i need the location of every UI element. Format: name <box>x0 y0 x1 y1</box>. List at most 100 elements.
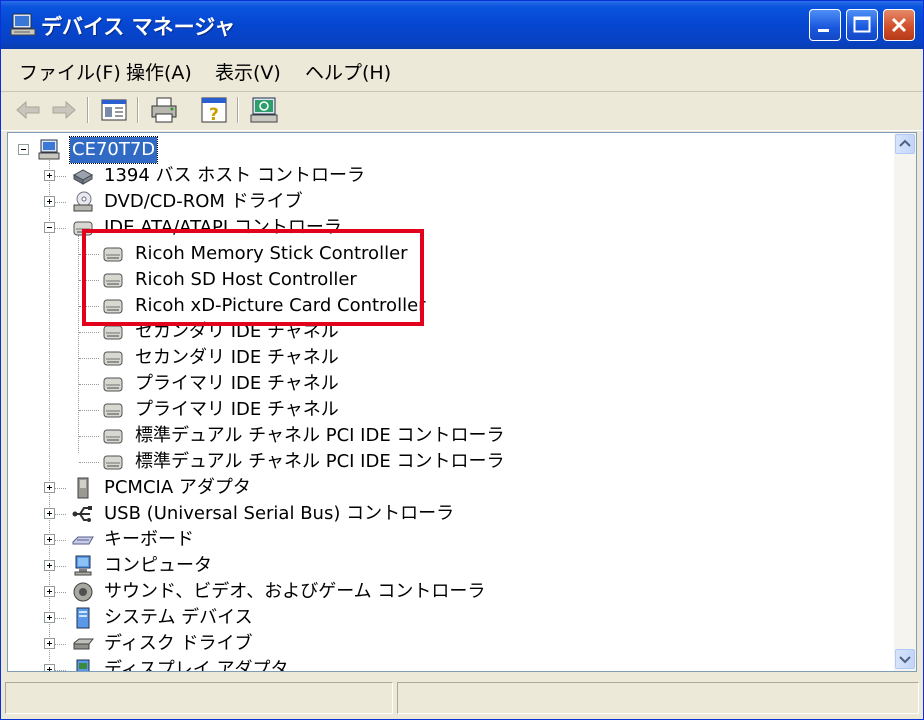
pcmcia-icon <box>72 477 94 499</box>
maximize-button[interactable] <box>846 9 878 41</box>
tree-line <box>79 332 99 333</box>
tree-item-keyboard[interactable]: キーボード <box>8 527 608 553</box>
category-label[interactable]: キーボード <box>104 527 194 553</box>
forward-arrow-icon[interactable] <box>49 95 79 125</box>
tree-item-ide-child[interactable]: プライマリ IDE チャネル <box>8 397 608 423</box>
expand-toggle[interactable] <box>44 170 55 181</box>
expand-toggle[interactable] <box>44 508 55 519</box>
tree-item-ide[interactable]: IDE ATA/ATAPI コントローラ <box>8 215 608 241</box>
tree-item-ide-child[interactable]: 標準デュアル チャネル PCI IDE コントローラ <box>8 449 608 475</box>
chevron-down-icon <box>899 656 911 664</box>
status-pane <box>397 682 919 714</box>
category-label[interactable]: ディスク ドライブ <box>104 631 252 657</box>
device-tree[interactable]: CE70T7D 1394 バス ホスト コントローラ DVD/CD-ROM ドラ… <box>7 132 917 672</box>
category-label[interactable]: DVD/CD-ROM ドライブ <box>104 189 303 215</box>
root-computer-name[interactable]: CE70T7D <box>68 136 159 164</box>
ide-channel-icon <box>102 399 124 421</box>
device-label[interactable]: Ricoh SD Host Controller <box>135 267 357 293</box>
tree-item-ide-child[interactable]: Ricoh xD-Picture Card Controller <box>8 293 608 319</box>
back-arrow-icon[interactable] <box>13 95 43 125</box>
category-label[interactable]: システム デバイス <box>104 605 253 631</box>
menu-action[interactable]: 操作(A) <box>126 58 192 85</box>
toolbar-separator <box>137 97 139 123</box>
expand-toggle[interactable] <box>44 534 55 545</box>
properties-icon[interactable] <box>99 95 129 125</box>
category-label[interactable]: サウンド、ビデオ、およびゲーム コントローラ <box>104 579 485 605</box>
collapse-toggle[interactable] <box>18 144 29 155</box>
menu-help[interactable]: ヘルプ(H) <box>305 58 391 85</box>
device-label[interactable]: 標準デュアル チャネル PCI IDE コントローラ <box>135 449 504 475</box>
tree-item-1394[interactable]: 1394 バス ホスト コントローラ <box>8 163 608 189</box>
expand-toggle[interactable] <box>44 638 55 649</box>
computer-icon <box>10 13 36 37</box>
expand-toggle[interactable] <box>44 560 55 571</box>
tree-content: CE70T7D 1394 バス ホスト コントローラ DVD/CD-ROM ドラ… <box>8 133 888 671</box>
tree-item-ide-child[interactable]: セカンダリ IDE チャネル <box>8 345 608 371</box>
title-bar[interactable]: デバイス マネージャ <box>1 1 923 49</box>
expand-toggle[interactable] <box>44 586 55 597</box>
category-label[interactable]: 1394 バス ホスト コントローラ <box>104 163 365 189</box>
scan-hardware-icon[interactable] <box>249 95 279 125</box>
category-label[interactable]: PCMCIA アダプタ <box>104 475 251 501</box>
expand-toggle[interactable] <box>44 612 55 623</box>
category-label[interactable]: USB (Universal Serial Bus) コントローラ <box>104 501 454 527</box>
tree-root[interactable]: CE70T7D <box>8 136 608 164</box>
device-label[interactable]: セカンダリ IDE チャネル <box>135 345 339 371</box>
ide-channel-icon <box>102 269 124 291</box>
vertical-scrollbar[interactable] <box>894 133 916 671</box>
device-label[interactable]: Ricoh Memory Stick Controller <box>135 241 408 267</box>
tree-item-dvd[interactable]: DVD/CD-ROM ドライブ <box>8 189 608 215</box>
device-label[interactable]: セカンダリ IDE チャネル <box>135 319 339 345</box>
minimize-button[interactable] <box>809 9 841 41</box>
menu-file[interactable]: ファイル(F) <box>19 58 121 85</box>
tree-item-computer[interactable]: コンピュータ <box>8 553 608 579</box>
ide-channel-icon <box>102 347 124 369</box>
tree-line <box>79 306 99 307</box>
tree-item-pcmcia[interactable]: PCMCIA アダプタ <box>8 475 608 501</box>
category-label[interactable]: IDE ATA/ATAPI コントローラ <box>104 215 342 241</box>
tree-item-ide-child[interactable]: セカンダリ IDE チャネル <box>8 319 608 345</box>
ide-channel-icon <box>102 451 124 473</box>
ide-channel-icon <box>102 373 124 395</box>
collapse-toggle[interactable] <box>44 222 55 233</box>
category-label[interactable]: コンピュータ <box>104 553 212 579</box>
device-label[interactable]: プライマリ IDE チャネル <box>135 371 339 397</box>
print-icon[interactable] <box>149 95 179 125</box>
scrollbar-thumb[interactable] <box>895 155 915 165</box>
ide-channel-icon <box>102 295 124 317</box>
tree-item-display[interactable]: ディスプレイ アダプタ <box>8 657 608 671</box>
expand-toggle[interactable] <box>44 196 55 207</box>
category-label[interactable]: ディスプレイ アダプタ <box>104 657 288 671</box>
toolbar-separator <box>87 97 89 123</box>
tree-item-usb[interactable]: USB (Universal Serial Bus) コントローラ <box>8 501 608 527</box>
computer-icon <box>72 555 94 577</box>
scroll-up-button[interactable] <box>895 134 915 154</box>
tree-item-ide-child[interactable]: Ricoh Memory Stick Controller <box>8 241 608 267</box>
display-adapter-icon <box>72 659 94 671</box>
help-icon[interactable]: ? <box>199 95 229 125</box>
minimize-icon <box>818 29 829 32</box>
system-device-icon <box>72 607 94 629</box>
device-label[interactable]: プライマリ IDE チャネル <box>135 397 339 423</box>
tree-item-disk[interactable]: ディスク ドライブ <box>8 631 608 657</box>
close-button[interactable] <box>883 9 915 41</box>
tree-item-ide-child[interactable]: 標準デュアル チャネル PCI IDE コントローラ <box>8 423 608 449</box>
scroll-down-button[interactable] <box>895 649 915 669</box>
tree-item-ide-child[interactable]: Ricoh SD Host Controller <box>8 267 608 293</box>
tree-line <box>79 280 99 281</box>
tree-item-sound[interactable]: サウンド、ビデオ、およびゲーム コントローラ <box>8 579 608 605</box>
svg-text:?: ? <box>209 105 219 125</box>
menu-bar: ファイル(F) 操作(A) 表示(V) ヘルプ(H) <box>1 49 923 92</box>
expand-toggle[interactable] <box>44 664 55 671</box>
device-label[interactable]: Ricoh xD-Picture Card Controller <box>135 293 426 319</box>
tree-item-system[interactable]: システム デバイス <box>8 605 608 631</box>
toolbar-separator <box>237 97 239 123</box>
usb-icon <box>72 503 94 525</box>
tree-item-ide-child[interactable]: プライマリ IDE チャネル <box>8 371 608 397</box>
menu-view[interactable]: 表示(V) <box>215 58 281 85</box>
status-pane <box>5 682 393 714</box>
ide-controller-icon <box>72 217 94 239</box>
firewire-icon <box>72 165 94 187</box>
expand-toggle[interactable] <box>44 482 55 493</box>
device-label[interactable]: 標準デュアル チャネル PCI IDE コントローラ <box>135 423 504 449</box>
